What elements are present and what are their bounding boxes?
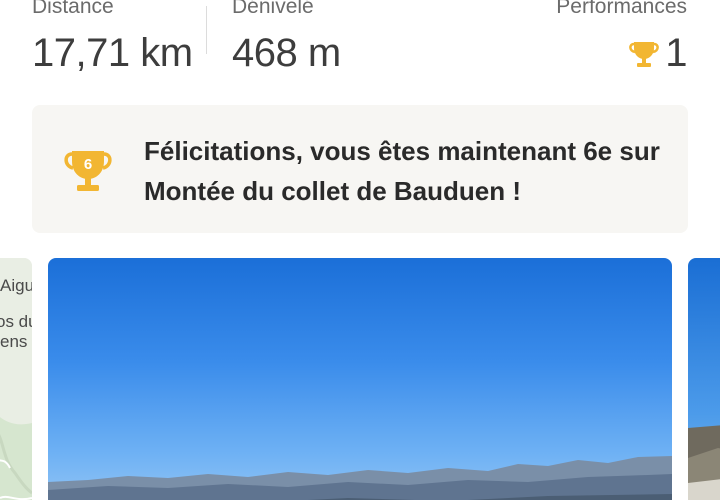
- achievement-message: Félicitations, vous êtes maintenant 6e s…: [144, 136, 660, 206]
- map-label-3: ens: [0, 332, 28, 351]
- activity-photo[interactable]: [48, 258, 672, 500]
- stat-distance-value: 17,71 km: [32, 31, 193, 75]
- map-label-1: Aigu: [0, 276, 32, 295]
- stat-performances-value: 1: [665, 31, 687, 75]
- trophy-rank-number: 6: [84, 156, 92, 173]
- achievement-card[interactable]: 6 Félicitations, vous êtes maintenant 6e…: [32, 105, 688, 233]
- map-label-2: os du: [0, 312, 32, 331]
- activity-page: Distance 17,71 km Dénivelé 468 m Perform…: [0, 0, 720, 500]
- stat-performances-value-row: 1: [556, 24, 687, 82]
- stat-elevation-label: Dénivelé: [232, 0, 314, 18]
- trophy-icon: [627, 36, 661, 70]
- stat-divider: [206, 6, 207, 54]
- stat-elevation: Dénivelé 468 m: [232, 0, 341, 82]
- stat-elevation-value: 468 m: [232, 31, 341, 75]
- stat-performances-label: Performances: [556, 0, 687, 18]
- next-photo-thumbnail[interactable]: [688, 258, 720, 500]
- stat-distance-label: Distance: [32, 0, 114, 18]
- trophy-rank-icon: 6: [62, 145, 114, 197]
- stat-performances[interactable]: Performances 1: [556, 0, 687, 82]
- media-carousel[interactable]: Aigu os du ens: [0, 258, 720, 500]
- map-thumbnail[interactable]: Aigu os du ens: [0, 258, 32, 500]
- stat-distance: Distance 17,71 km: [32, 0, 193, 82]
